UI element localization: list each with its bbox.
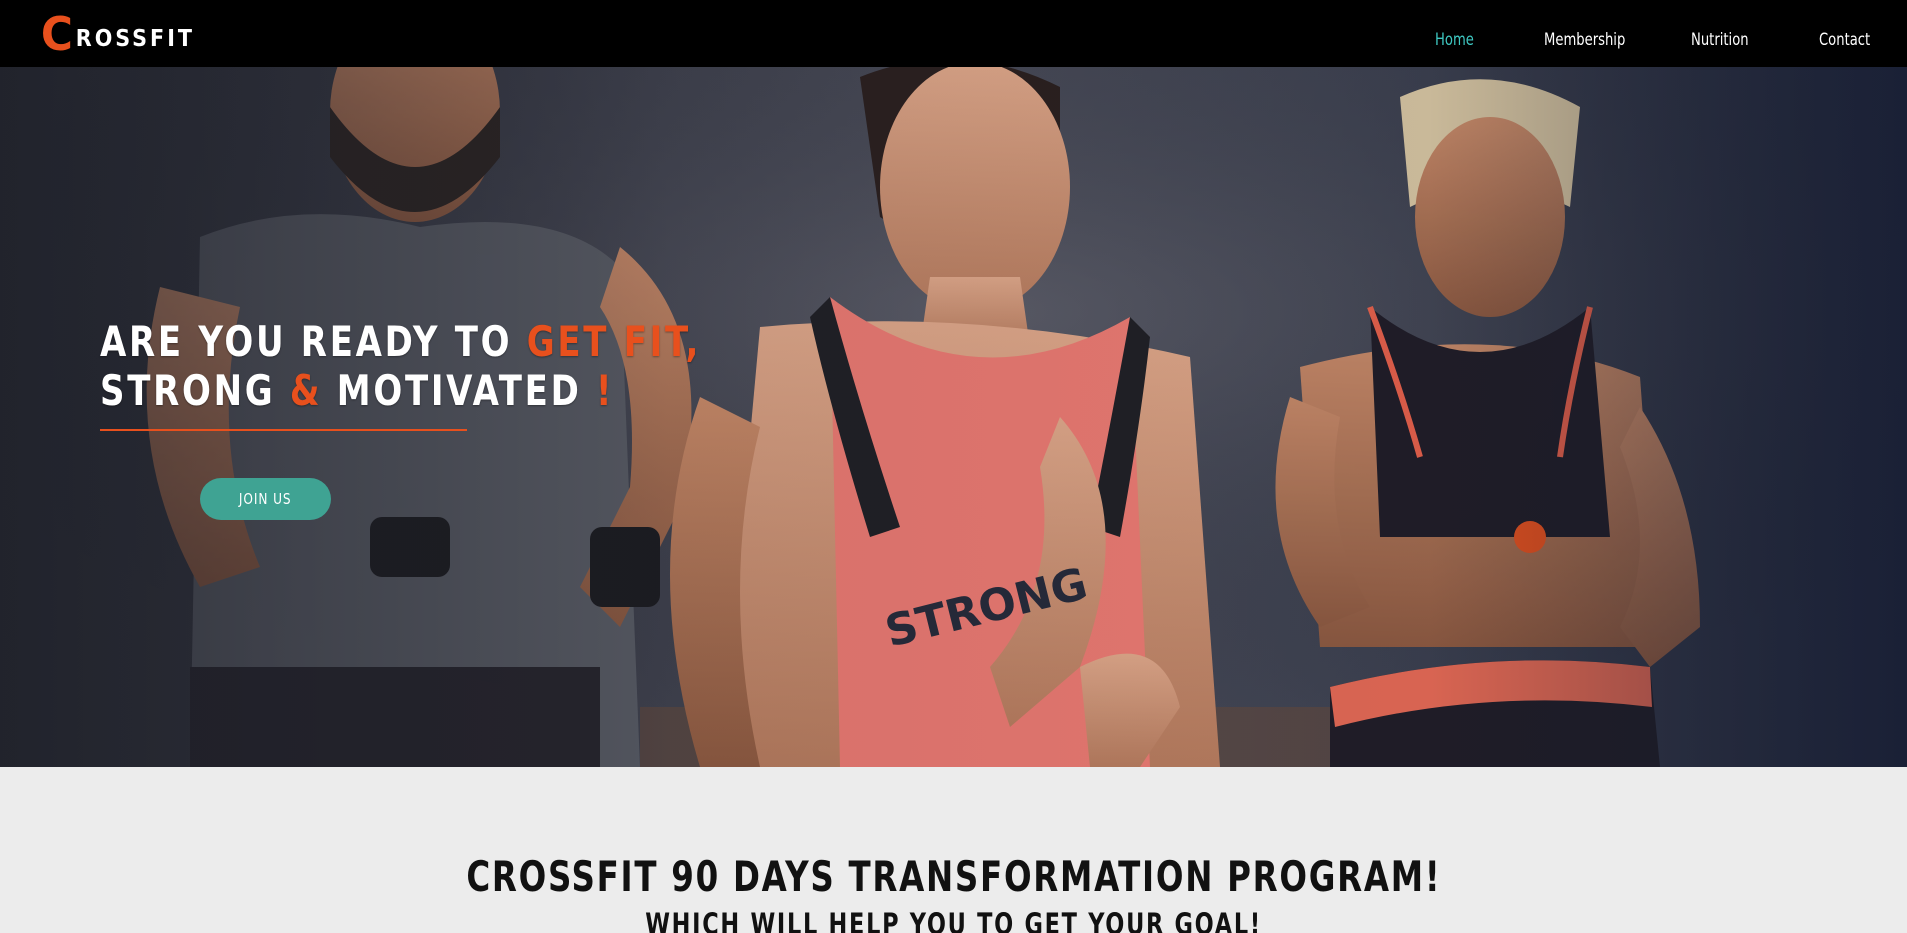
top-navbar: C ROSSFIT Home Membership Nutrition Cont… — [0, 0, 1907, 67]
hero-section: STRONG ARE YOU READY TO GET FIT, STRONG … — [0, 67, 1907, 767]
headline-line2-strong: STRONG — [100, 366, 290, 415]
program-subtitle-text: WHICH WILL HELP YOU TO GET YOUR GOAL! — [645, 907, 1262, 933]
nav-contact[interactable]: Contact — [1819, 30, 1870, 50]
headline-line2-motivated: MOTIVATED — [322, 366, 597, 415]
headline-underline — [100, 429, 467, 431]
nav-home[interactable]: Home — [1435, 30, 1474, 50]
program-subtitle: WHICH WILL HELP YOU TO GET YOUR GOAL! — [0, 907, 1907, 933]
headline-ampersand: & — [289, 366, 323, 415]
hero-headline: ARE YOU READY TO GET FIT, STRONG & MOTIV… — [100, 317, 701, 415]
brand-logo[interactable]: C ROSSFIT — [40, 7, 196, 61]
program-section: CROSSFIT 90 DAYS TRANSFORMATION PROGRAM!… — [0, 767, 1907, 933]
nav-membership[interactable]: Membership — [1544, 30, 1625, 50]
nav-nutrition[interactable]: Nutrition — [1691, 30, 1749, 50]
program-title-text: CROSSFIT 90 DAYS TRANSFORMATION PROGRAM! — [466, 852, 1441, 901]
headline-exclamation: ! — [596, 366, 615, 415]
logo-text: ROSSFIT — [75, 26, 196, 52]
program-title: CROSSFIT 90 DAYS TRANSFORMATION PROGRAM! — [0, 852, 1907, 901]
logo-initial: C — [40, 7, 73, 61]
join-us-button[interactable]: JOIN US — [200, 478, 331, 520]
hero-background-image: STRONG — [0, 67, 1907, 767]
headline-line1-white: ARE YOU READY TO — [100, 317, 527, 366]
headline-get-fit: GET FIT, — [526, 317, 702, 366]
join-us-label: JOIN US — [239, 490, 292, 508]
